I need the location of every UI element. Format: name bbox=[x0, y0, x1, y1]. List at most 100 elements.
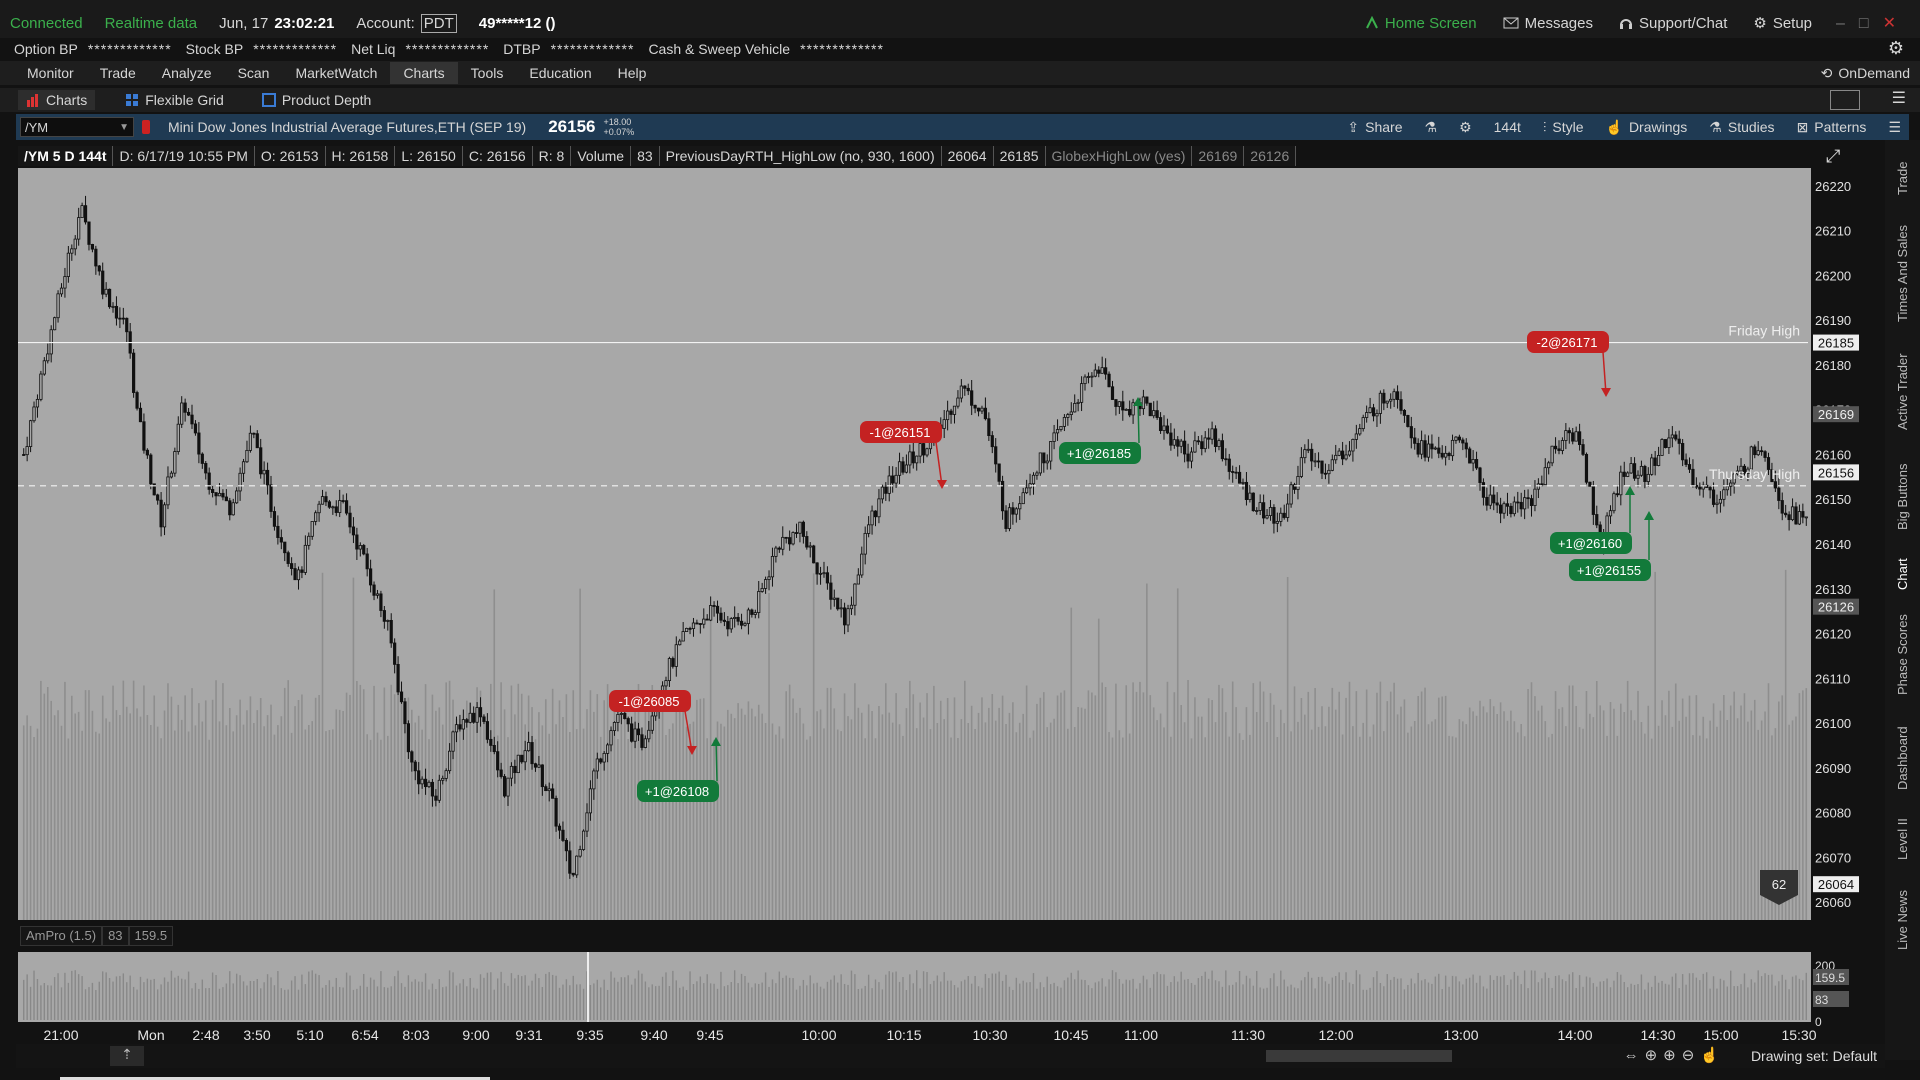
tab-times-and-sales[interactable]: Times And Sales bbox=[1895, 225, 1910, 322]
candle-body bbox=[1286, 503, 1290, 518]
candle-body bbox=[557, 825, 562, 831]
candle-body bbox=[818, 572, 823, 575]
candle-body bbox=[286, 552, 290, 564]
tab-big-buttons[interactable]: Big Buttons bbox=[1895, 464, 1910, 531]
candle-body bbox=[221, 492, 225, 498]
candle-body bbox=[915, 455, 919, 464]
candle-body bbox=[310, 521, 314, 537]
candle-body bbox=[774, 547, 778, 557]
candle-body bbox=[925, 448, 929, 456]
collapse-icon[interactable]: ⇡ bbox=[110, 1046, 144, 1066]
candle-body bbox=[1237, 471, 1242, 484]
zoom-tools[interactable]: ⇔⊕⊕⊖☝ bbox=[1624, 1046, 1725, 1064]
zoom-in-icon[interactable]: ⊕ bbox=[1663, 1047, 1682, 1064]
info-study1: PreviousDayRTH_HighLow (no, 930, 1600) bbox=[660, 146, 942, 166]
candle-body bbox=[1303, 449, 1307, 459]
candle-body bbox=[465, 719, 469, 723]
tab-chart[interactable]: Chart bbox=[1895, 558, 1910, 590]
candle-body bbox=[1186, 453, 1190, 462]
candle-body bbox=[980, 407, 984, 412]
zoom-out-icon[interactable]: ⊖ bbox=[1682, 1047, 1701, 1064]
tab-active-trader[interactable]: Active Trader bbox=[1895, 353, 1910, 430]
candle-body bbox=[358, 545, 362, 550]
candle-body bbox=[1268, 507, 1273, 517]
tab-trade[interactable]: Trade bbox=[1895, 162, 1910, 195]
candle-body bbox=[1622, 471, 1626, 477]
candle-body bbox=[1437, 447, 1441, 454]
candle-body bbox=[564, 840, 568, 852]
info-symbol[interactable]: /YM 5 D 144t bbox=[18, 146, 114, 166]
candle-body bbox=[551, 788, 555, 799]
candle-body bbox=[83, 205, 88, 223]
chart-expand-icon[interactable]: ⤢ bbox=[1826, 146, 1840, 167]
candle-body bbox=[664, 680, 668, 687]
candle-body bbox=[111, 305, 115, 308]
tab-live-news[interactable]: Live News bbox=[1895, 890, 1910, 950]
candle-body bbox=[338, 500, 342, 513]
candle-body bbox=[1468, 448, 1472, 464]
candle-body bbox=[1341, 450, 1345, 460]
lower-tick-label: 159.5 bbox=[1815, 971, 1845, 985]
tab-phase-scores[interactable]: Phase Scores bbox=[1895, 614, 1910, 695]
candle-body bbox=[1650, 457, 1654, 475]
info-range: R: 8 bbox=[533, 146, 572, 166]
candle-body bbox=[1289, 484, 1293, 505]
candle-body bbox=[575, 855, 579, 876]
candle-body bbox=[1262, 502, 1266, 519]
candle-body bbox=[1512, 501, 1516, 515]
candle-body bbox=[1365, 412, 1369, 418]
candle-body bbox=[983, 407, 988, 420]
candle-body bbox=[1241, 481, 1245, 484]
candle-body bbox=[1378, 392, 1382, 414]
candle-body bbox=[269, 484, 273, 512]
price-tick-label: 26220 bbox=[1815, 179, 1851, 194]
info-date: D: 6/17/19 10:55 PM bbox=[113, 146, 255, 166]
candle-body bbox=[949, 410, 953, 415]
candle-body bbox=[492, 745, 496, 753]
candle-body bbox=[647, 729, 651, 740]
candle-body bbox=[540, 764, 544, 788]
candle-body bbox=[509, 765, 514, 779]
candle-body bbox=[180, 402, 184, 425]
trade-label: -1@26085 bbox=[619, 694, 680, 709]
price-tick-label: 26070 bbox=[1815, 850, 1851, 865]
scrollbar-thumb[interactable] bbox=[1266, 1050, 1452, 1062]
candle-body bbox=[104, 288, 108, 295]
candle-body bbox=[454, 724, 459, 733]
candle-body bbox=[290, 563, 294, 569]
candle-body bbox=[70, 248, 74, 254]
lower-study-name[interactable]: AmPro (1.5) bbox=[20, 926, 103, 946]
candle-body bbox=[135, 392, 139, 409]
candle-body bbox=[640, 734, 644, 748]
candle-body bbox=[571, 872, 575, 876]
candle-body bbox=[22, 454, 26, 456]
candle-body bbox=[976, 407, 981, 412]
candle-body bbox=[475, 707, 479, 723]
candle-body bbox=[1358, 428, 1362, 435]
crosshair-icon[interactable]: ⊕ bbox=[1645, 1047, 1664, 1064]
candle-body bbox=[1440, 452, 1444, 458]
candle-body bbox=[544, 786, 548, 792]
candle-body bbox=[1450, 439, 1455, 457]
hand-icon[interactable]: ☝ bbox=[1700, 1047, 1725, 1064]
candle-body bbox=[681, 631, 685, 642]
tab-level-ii[interactable]: Level II bbox=[1895, 818, 1910, 860]
info-open: O: 26153 bbox=[255, 146, 326, 166]
candle-body bbox=[303, 544, 307, 573]
candle-body bbox=[788, 537, 792, 545]
candle-body bbox=[1725, 485, 1729, 491]
candle-body bbox=[1413, 437, 1417, 444]
pan-icon[interactable]: ⇔ bbox=[1624, 1047, 1645, 1064]
candle-body bbox=[1790, 506, 1795, 521]
candle-body bbox=[592, 770, 596, 790]
candle-body bbox=[1478, 467, 1482, 483]
drawing-set-label[interactable]: Drawing set: Default bbox=[1751, 1048, 1877, 1064]
candle-body bbox=[296, 569, 301, 581]
candle-body bbox=[712, 605, 716, 607]
candle-body bbox=[842, 607, 847, 626]
tab-dashboard[interactable]: Dashboard bbox=[1895, 726, 1910, 790]
candle-body bbox=[1073, 403, 1077, 413]
candle-body bbox=[1553, 445, 1558, 450]
candle-body bbox=[272, 511, 277, 527]
candle-body bbox=[472, 712, 476, 723]
